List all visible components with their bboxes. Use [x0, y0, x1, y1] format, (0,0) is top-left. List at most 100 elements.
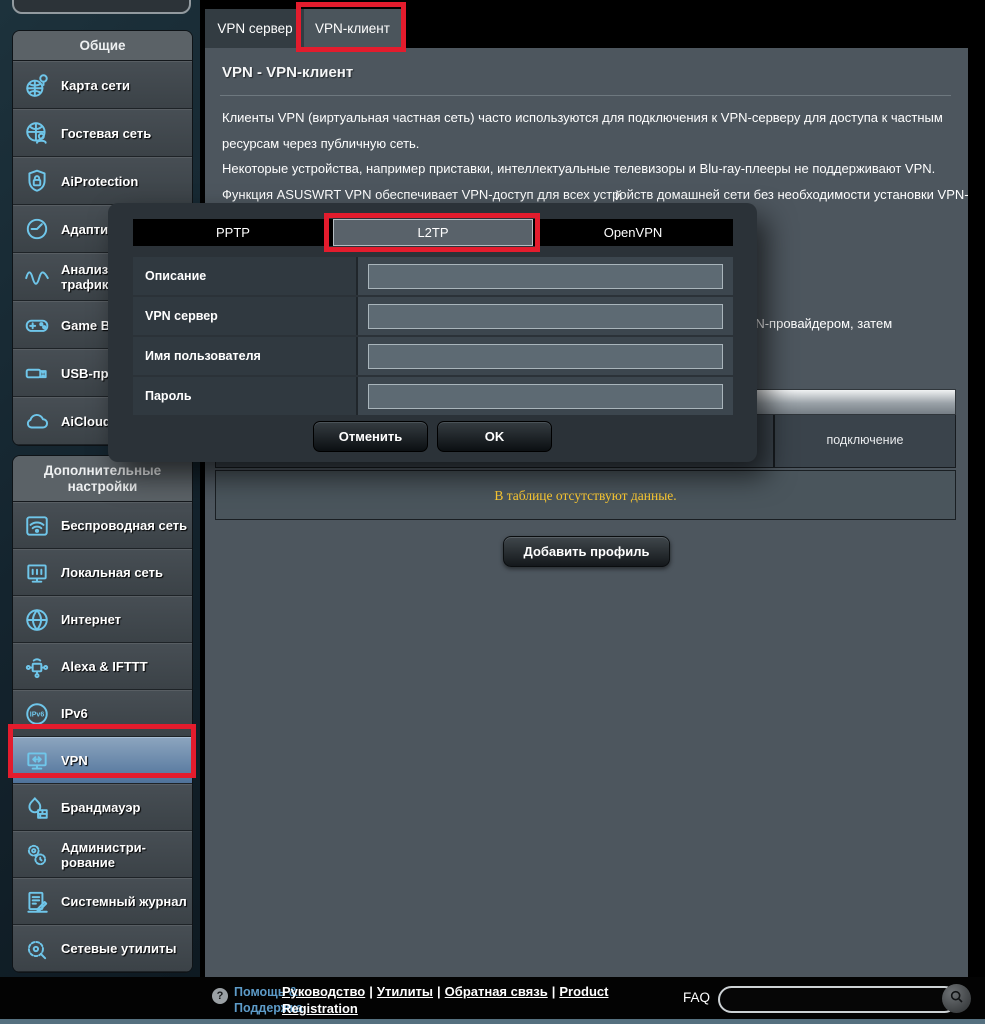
password-input[interactable]: [368, 384, 723, 409]
vpn-server-label: VPN сервер: [133, 297, 358, 335]
sidebar-item-label: Администри-рование: [61, 840, 188, 870]
intro-line-fragment: й: [615, 188, 622, 203]
field-row-description: Описание: [133, 257, 733, 295]
username-input[interactable]: [368, 344, 723, 369]
intro-text: Клиенты VPN (виртуальная частная сеть) ч…: [222, 105, 969, 207]
footer-bar: ? Помощь & Поддержка Руководство|Утилиты…: [0, 977, 985, 1019]
sidebar-item-label: Alexa & IFTTT: [61, 659, 148, 674]
password-label: Пароль: [133, 377, 358, 415]
annotation-box-l2tp: [324, 213, 540, 252]
dialog-buttons: Отменить OK: [108, 421, 757, 452]
router-admin-page: VPN сервер VPN-клиент VPN - VPN-клиент К…: [0, 0, 985, 1024]
ipv6-icon: IPv6: [20, 701, 54, 727]
firewall-flame-icon: [20, 795, 54, 821]
link-utilities[interactable]: Утилиты: [377, 984, 433, 999]
link-separator: |: [552, 984, 556, 999]
tab-openvpn[interactable]: OpenVPN: [533, 219, 733, 246]
gears-icon: [20, 842, 54, 868]
sidebar-advanced-section: Дополнительные настройки Беспроводная се…: [12, 455, 193, 973]
ok-button[interactable]: OK: [437, 421, 552, 452]
table-empty-row: В таблице отсутствуют данные.: [215, 470, 956, 520]
alexa-ifttt-icon: [20, 654, 54, 680]
sidebar-item-system-log[interactable]: Системный журнал: [13, 878, 192, 925]
annotation-box-vpn-item: [8, 724, 196, 778]
bottom-accent-line: [0, 1019, 985, 1024]
vpn-server-input[interactable]: [368, 304, 723, 329]
sidebar-item-wireless[interactable]: Беспроводная сеть: [13, 502, 192, 549]
gauge-icon: [20, 216, 54, 242]
log-document-icon: [20, 889, 54, 915]
link-manual[interactable]: Руководство: [282, 984, 365, 999]
sidebar-item-lan[interactable]: Локальная сеть: [13, 549, 192, 596]
sidebar-item-firewall[interactable]: Брандмауэр: [13, 784, 192, 831]
general-section-header: Общие: [13, 31, 192, 61]
content-panel: VPN - VPN-клиент Клиенты VPN (виртуальна…: [205, 48, 968, 977]
field-row-username: Имя пользователя: [133, 337, 733, 375]
svg-text:IPv6: IPv6: [30, 711, 45, 718]
vpn-client-dialog: PPTP L2TP OpenVPN Описание VPN сервер Им…: [108, 203, 757, 462]
network-map-icon: [20, 72, 54, 98]
add-profile-button[interactable]: Добавить профиль: [503, 536, 671, 567]
sidebar-item-label: AiCloud: [61, 414, 111, 429]
globe-icon: [20, 607, 54, 633]
help-icon: ?: [212, 988, 228, 1004]
field-row-password: Пароль: [133, 377, 733, 415]
table-header-cell-connection: подключение: [775, 415, 955, 467]
lan-icon: [20, 560, 54, 586]
link-separator: |: [369, 984, 373, 999]
link-separator: |: [437, 984, 441, 999]
dialog-fields: Описание VPN сервер Имя пользователя Пар…: [133, 257, 733, 417]
cloud-icon: [20, 408, 54, 434]
search-icon: [949, 989, 965, 1008]
description-cell: [358, 257, 733, 295]
password-cell: [358, 377, 733, 415]
tab-pptp[interactable]: PPTP: [133, 219, 333, 246]
sidebar-item-label: Системный журнал: [61, 894, 187, 909]
sidebar-item-alexa-ifttt[interactable]: Alexa & IFTTT: [13, 643, 192, 690]
wireless-icon: [20, 513, 54, 539]
footer-links: Руководство|Утилиты|Обратная связь|Produ…: [282, 983, 682, 1017]
username-cell: [358, 337, 733, 375]
intro-line: Некоторые устройства, например приставки…: [222, 156, 969, 182]
traffic-wave-icon: [20, 264, 54, 290]
annotation-box-vpn-client: [296, 2, 406, 52]
gamepad-icon: [20, 312, 54, 338]
description-label: Описание: [133, 257, 358, 295]
title-divider: [220, 95, 951, 96]
intro-line: ресурсам через публичную сеть.: [222, 131, 969, 157]
sidebar-item-label: Гостевая сеть: [61, 126, 151, 141]
username-label: Имя пользователя: [133, 337, 358, 375]
sidebar-item-label: Брандмауэр: [61, 800, 140, 815]
sidebar-item-internet[interactable]: Интернет: [13, 596, 192, 643]
sidebar-item-label: Карта сети: [61, 78, 130, 93]
sidebar-item-guest-network[interactable]: Гостевая сеть: [13, 109, 192, 157]
sidebar-item-label: Сетевые утилиты: [61, 941, 176, 956]
usb-icon: [20, 360, 54, 386]
sidebar-item-label: Локальная сеть: [61, 565, 163, 580]
tab-vpn-server[interactable]: VPN сервер: [205, 9, 305, 48]
guest-network-icon: [20, 120, 54, 146]
sidebar-item-label: AiProtection: [61, 174, 138, 189]
field-row-vpn-server: VPN сервер: [133, 297, 733, 335]
description-input[interactable]: [368, 264, 723, 289]
sidebar-item-network-map[interactable]: Карта сети: [13, 61, 192, 109]
faq-label: FAQ: [683, 990, 710, 1005]
sidebar-item-label: Беспроводная сеть: [61, 518, 187, 533]
sidebar-item-network-tools[interactable]: Сетевые утилиты: [13, 925, 192, 972]
provider-text-fragment: VPN-провайдером, затем: [738, 316, 892, 331]
link-feedback[interactable]: Обратная связь: [445, 984, 548, 999]
page-title: VPN - VPN-клиент: [222, 64, 353, 81]
search-button[interactable]: [942, 984, 971, 1013]
sidebar-item-administration[interactable]: Администри-рование: [13, 831, 192, 878]
faq-search-input[interactable]: [718, 986, 958, 1013]
shield-lock-icon: [20, 168, 54, 194]
vpn-server-cell: [358, 297, 733, 335]
cancel-button[interactable]: Отменить: [313, 421, 428, 452]
sidebar-item-aiprotection[interactable]: AiProtection: [13, 157, 192, 205]
network-tools-icon: [20, 936, 54, 962]
intro-line: Клиенты VPN (виртуальная частная сеть) ч…: [222, 105, 969, 131]
advanced-section-header: Дополнительные настройки: [13, 456, 192, 502]
sidebar-item-label: Интернет: [61, 612, 121, 627]
sidebar-cutoff-box: [12, 0, 191, 14]
sidebar-item-label: IPv6: [61, 706, 88, 721]
